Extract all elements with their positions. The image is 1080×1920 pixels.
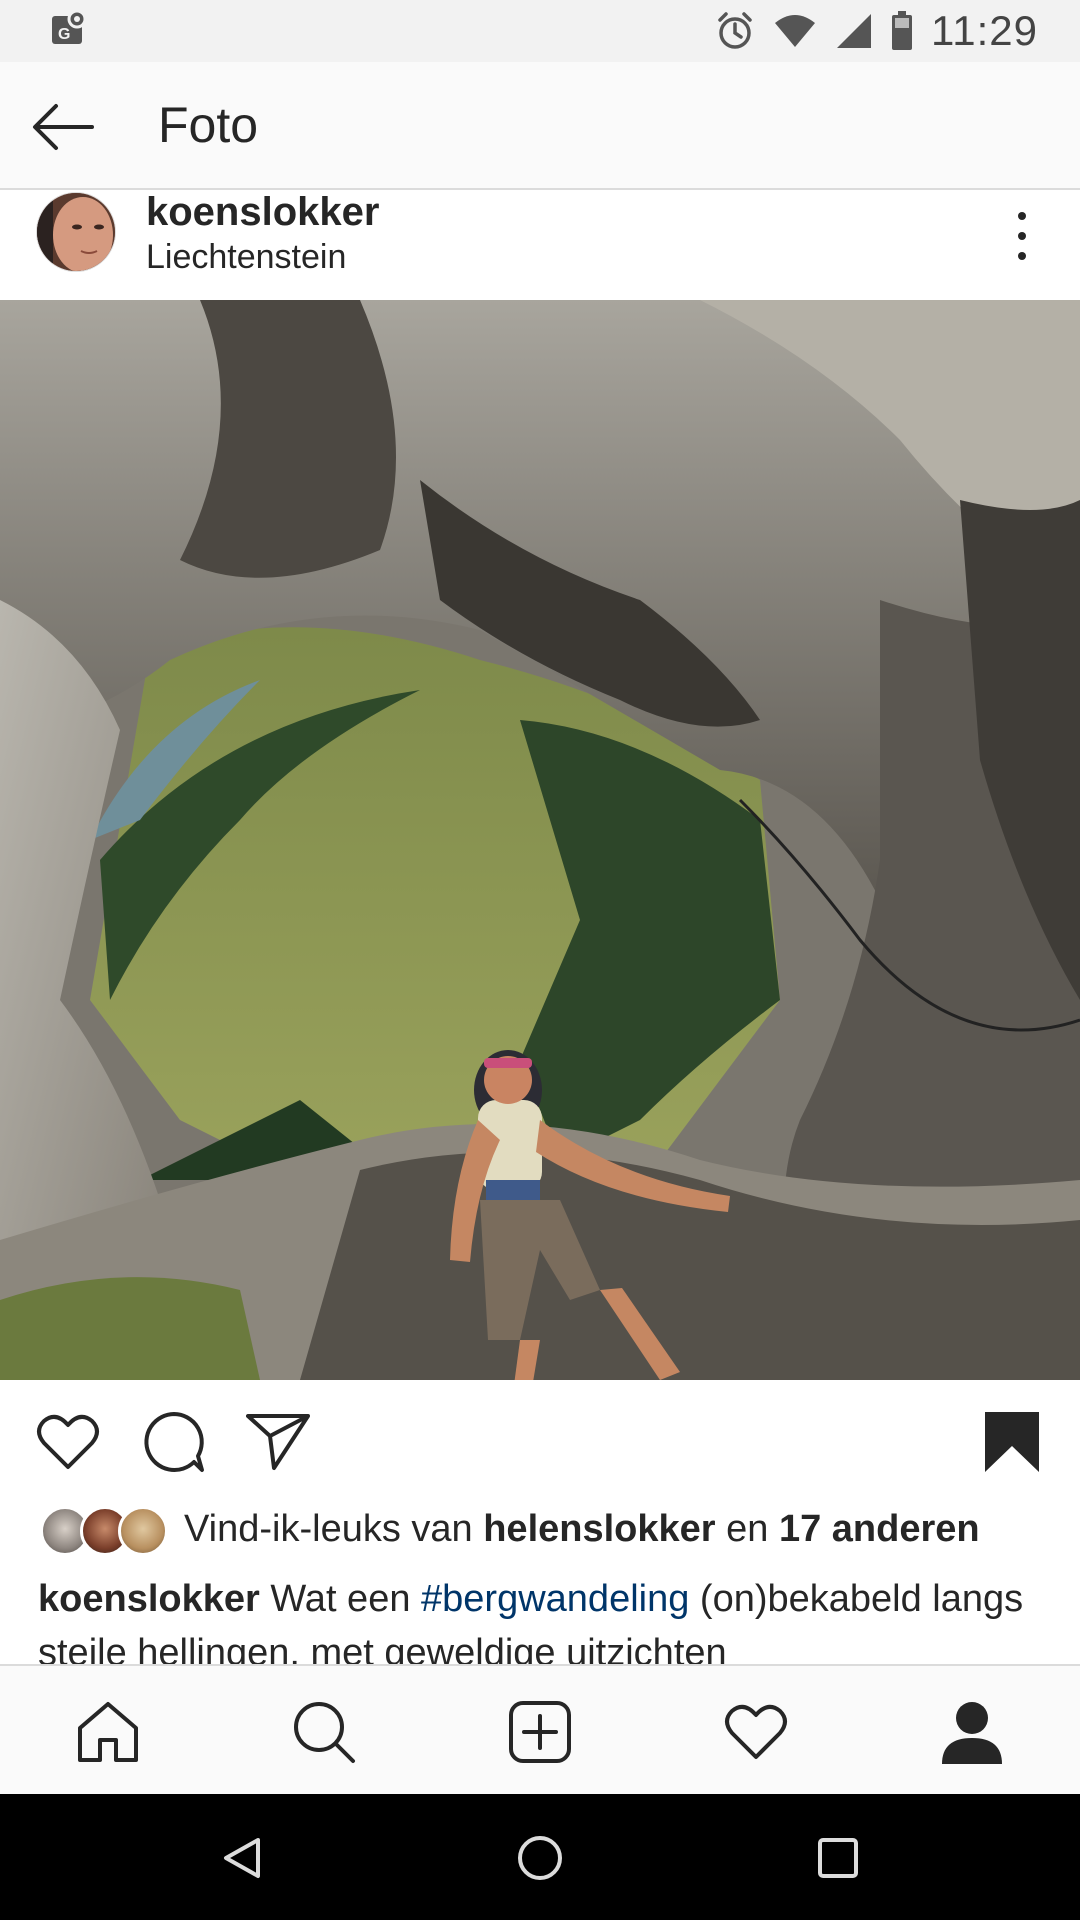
status-icons: 11:29: [715, 6, 1038, 56]
caption-hashtag[interactable]: #bergwandeling: [421, 1578, 689, 1620]
arrow-left-icon[interactable]: [28, 92, 98, 162]
activity-heart-icon[interactable]: [716, 1692, 796, 1772]
caption-author[interactable]: koenslokker: [38, 1578, 260, 1620]
post-header: koenslokker Liechtenstein: [0, 190, 1080, 300]
post-caption: koenslokker Wat een #bergwandeling (on)b…: [38, 1578, 1024, 1664]
status-time: 11:29: [931, 7, 1038, 54]
status-bar: G 11:29: [0, 0, 1080, 62]
back-triangle-icon[interactable]: [214, 1830, 270, 1886]
post-location[interactable]: Liechtenstein: [146, 238, 346, 277]
search-icon[interactable]: [284, 1692, 364, 1772]
paper-plane-icon[interactable]: [244, 1408, 312, 1476]
post-actions: [0, 1380, 1080, 1500]
home-circle-icon[interactable]: [512, 1830, 568, 1886]
post-photo[interactable]: [0, 300, 1080, 1380]
hiker-on-rocky-mountain-path: [0, 300, 1080, 1380]
add-post-icon[interactable]: [500, 1692, 580, 1772]
bookmark-filled-icon[interactable]: [978, 1408, 1046, 1476]
liker-avatar: [118, 1506, 168, 1556]
maps-notification-icon: G: [50, 9, 88, 48]
comment-bubble-icon[interactable]: [140, 1408, 208, 1476]
likes-text: Vind-ik-leuks van helenslokker en 17 and…: [184, 1508, 980, 1550]
alarm-icon: [715, 11, 755, 51]
wifi-icon: [773, 13, 817, 49]
bottom-tab-bar: [0, 1664, 1080, 1794]
post-username[interactable]: koenslokker: [146, 190, 379, 235]
svg-text:G: G: [58, 26, 70, 43]
recents-square-icon[interactable]: [810, 1830, 866, 1886]
signal-icon: [835, 12, 873, 50]
home-icon[interactable]: [68, 1692, 148, 1772]
page-title: Foto: [158, 97, 259, 153]
profile-icon[interactable]: [932, 1692, 1012, 1772]
likes-others-count[interactable]: 17 anderen: [779, 1508, 980, 1550]
app-bar: Foto: [0, 62, 1080, 190]
avatar[interactable]: [36, 192, 116, 272]
more-options-icon[interactable]: [1004, 208, 1040, 264]
system-navigation-bar: [0, 1794, 1080, 1920]
liked-by-username[interactable]: helenslokker: [483, 1508, 715, 1550]
heart-outline-icon[interactable]: [34, 1408, 102, 1476]
likes-row[interactable]: Vind-ik-leuks van helenslokker en 17 and…: [0, 1502, 1080, 1562]
battery-icon: [891, 11, 913, 51]
